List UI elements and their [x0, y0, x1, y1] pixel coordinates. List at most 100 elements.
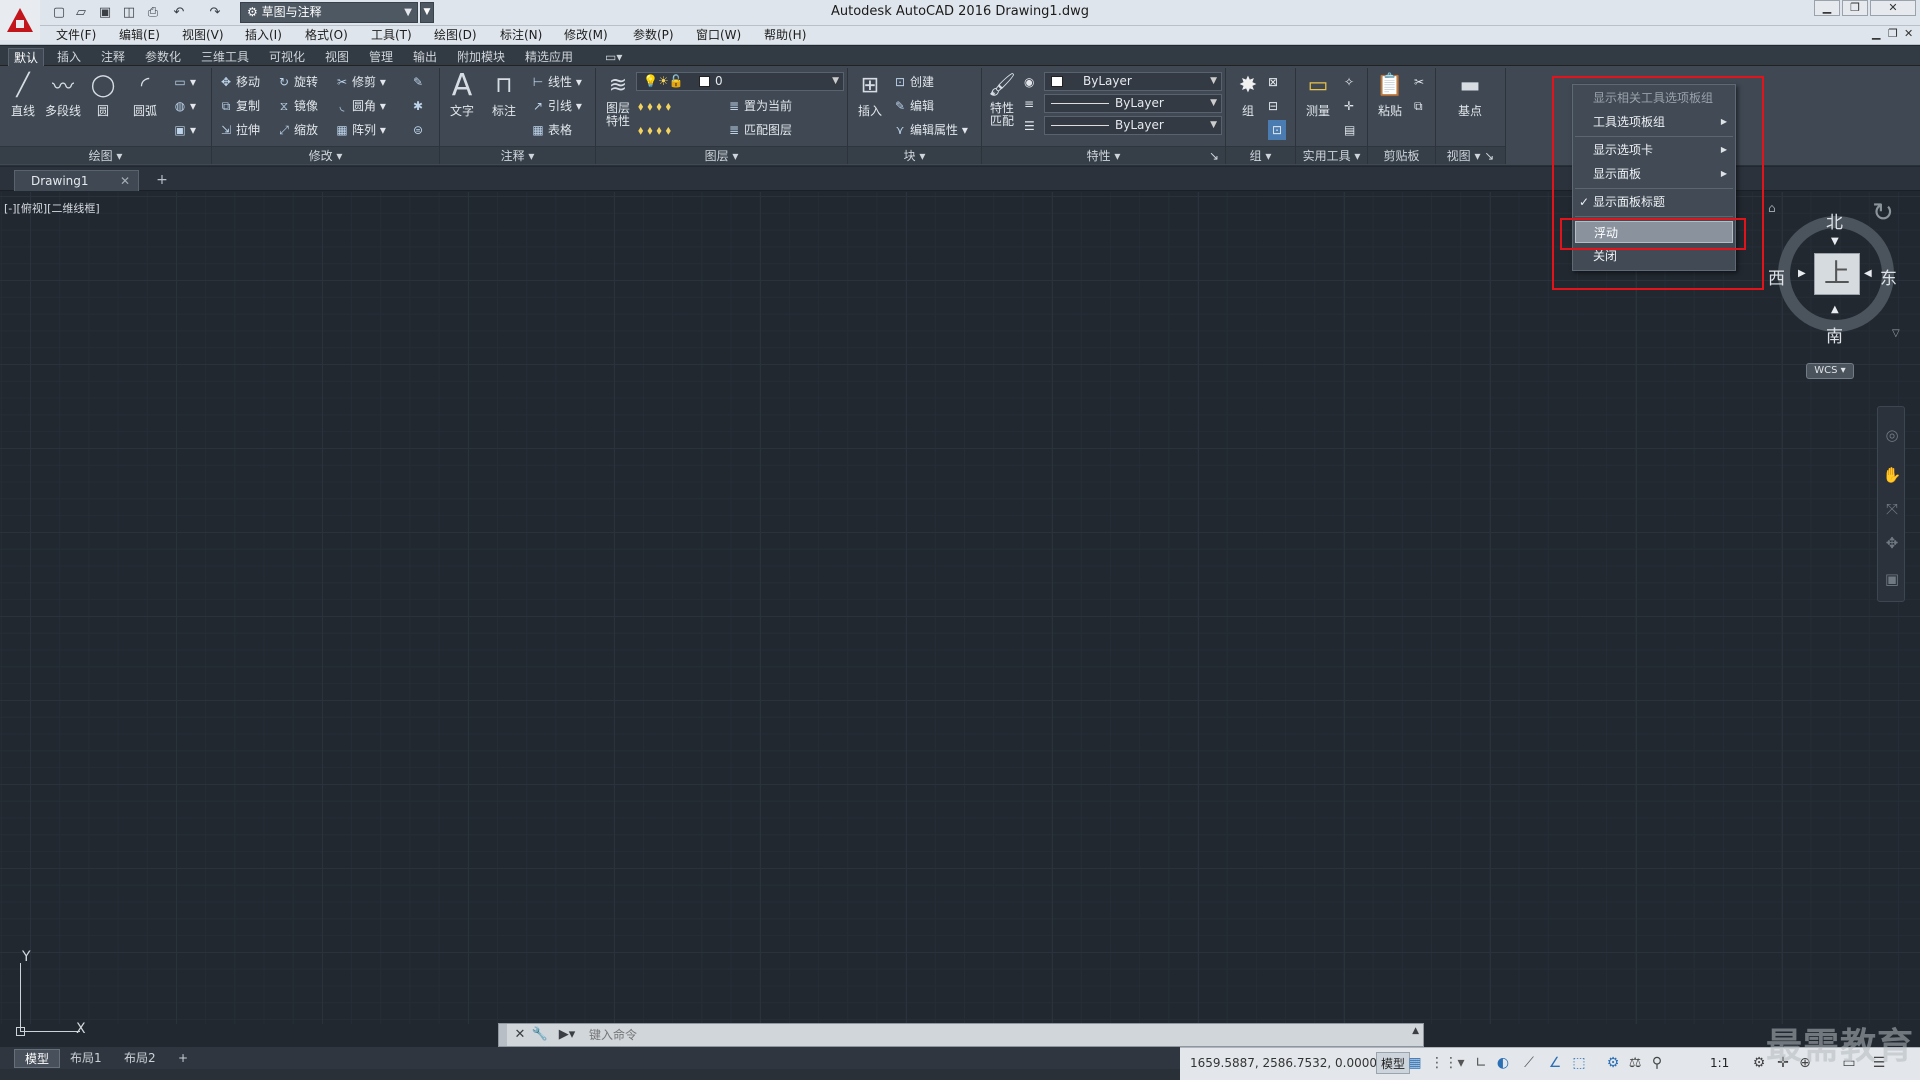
ortho-icon[interactable]: ∟: [1472, 1054, 1490, 1072]
layer-select[interactable]: 💡☀🔓 0 ▼: [636, 72, 844, 91]
orbit-icon[interactable]: ✥: [1882, 533, 1902, 553]
restore-button[interactable]: ❐: [1842, 0, 1868, 16]
menu-view[interactable]: 视图(V): [180, 27, 226, 44]
fillet-tool[interactable]: ◟ 圆角 ▾: [334, 96, 386, 116]
wrench-icon[interactable]: 🔧: [531, 1026, 549, 1044]
color-select[interactable]: ByLayer ▼: [1044, 72, 1222, 91]
lineweight-select[interactable]: ByLayer ▼: [1044, 116, 1222, 135]
annotation-scale[interactable]: 1:1: [1710, 1056, 1729, 1070]
rotate-view-icon[interactable]: ↻: [1872, 198, 1894, 228]
compass-north[interactable]: 北: [1826, 208, 1843, 233]
save-icon[interactable]: ▣: [96, 4, 114, 21]
stretch-tool[interactable]: ⇲ 拉伸: [218, 120, 260, 140]
arrow-down-icon[interactable]: ▼: [1831, 236, 1839, 247]
paste-tool[interactable]: 📋 粘贴: [1370, 70, 1410, 119]
create-block-tool[interactable]: ⊡ 创建: [892, 72, 934, 92]
object-snap-tracking-icon[interactable]: ∠: [1546, 1054, 1564, 1072]
add-layout-button[interactable]: +: [168, 1049, 198, 1068]
panel-launcher-icon[interactable]: ↘: [1209, 147, 1219, 165]
application-menu-button[interactable]: [0, 0, 40, 40]
modify-panel-title[interactable]: 修改 ▾: [212, 146, 439, 164]
insert-block-tool[interactable]: ⊞ 插入: [850, 70, 890, 119]
edit-block-tool[interactable]: ✎ 编辑: [892, 96, 934, 116]
ribbon-minimize-toggle[interactable]: ▭▾: [600, 48, 627, 66]
layer-tools-row2[interactable]: ⬧ ⬧ ⬧ ⬧: [638, 120, 671, 140]
polyline-tool[interactable]: 〰多段线: [43, 70, 83, 119]
menu-item-tool-palette-groups[interactable]: 工具选项板组 ▶: [1575, 111, 1733, 133]
snap-icon[interactable]: ⋮⋮: [1430, 1054, 1458, 1072]
tab-output[interactable]: 输出: [408, 48, 442, 66]
new-file-icon[interactable]: ▢: [50, 4, 68, 21]
draw-panel-title[interactable]: 绘图 ▾: [0, 146, 211, 164]
copy-tool[interactable]: ⧉ 复制: [218, 96, 260, 116]
layer-tools-row1[interactable]: ⬧ ⬧ ⬧ ⬧: [638, 96, 671, 116]
rectangle-tool[interactable]: ▭ ▾: [172, 72, 196, 92]
object-snap-icon[interactable]: ⬚: [1570, 1054, 1588, 1072]
move-tool[interactable]: ✥ 移动: [218, 72, 260, 92]
viewcube[interactable]: ⌂ ↻ 北 南 东 西 ▼ ▲ ▶ ◀ 上 ▽: [1768, 196, 1908, 366]
group-select-icon[interactable]: ⊡: [1268, 120, 1286, 140]
tab-3d-tools[interactable]: 三维工具: [196, 48, 254, 66]
minimize-button[interactable]: ▁: [1814, 0, 1840, 16]
recent-commands-icon[interactable]: ▶▾: [553, 1026, 581, 1044]
menu-parametric[interactable]: 参数(P): [631, 27, 676, 44]
copy-clip-icon[interactable]: ⧉: [1414, 96, 1423, 116]
view-panel-title[interactable]: 视图 ▾ ↘: [1436, 146, 1505, 164]
zoom-extents-icon[interactable]: ⤧: [1882, 499, 1902, 519]
arrow-up-icon[interactable]: ▲: [1831, 304, 1839, 315]
close-button[interactable]: ✕: [1870, 0, 1916, 16]
explode-tool[interactable]: ✱: [410, 96, 428, 116]
infer-constraints-icon[interactable]: ▾: [1452, 1054, 1470, 1072]
measure-tool[interactable]: ▭ 测量: [1298, 70, 1338, 119]
ungroup-icon[interactable]: ⊠: [1268, 72, 1278, 92]
menu-window[interactable]: 窗口(W): [694, 27, 743, 44]
menu-item-show-panels[interactable]: 显示面板 ▶: [1575, 163, 1733, 185]
scale-tool[interactable]: ⤢ 缩放: [276, 120, 318, 140]
block-panel-title[interactable]: 块 ▾: [848, 146, 981, 164]
doc-close-button[interactable]: ✕: [1904, 27, 1913, 40]
menu-edit[interactable]: 编辑(E): [117, 27, 162, 44]
edit-attribute-tool[interactable]: ⋎ 编辑属性 ▾: [892, 120, 968, 140]
trim-tool[interactable]: ✂ 修剪 ▾: [334, 72, 386, 92]
arrow-right-icon[interactable]: ▶: [1798, 268, 1806, 279]
menu-draw[interactable]: 绘图(D): [432, 27, 479, 44]
annotation-scale-icon[interactable]: ⚲: [1648, 1054, 1666, 1072]
file-tab-drawing1[interactable]: Drawing1 ✕: [14, 170, 139, 191]
open-file-icon[interactable]: ▱: [72, 4, 90, 21]
grid-icon[interactable]: ▦: [1406, 1054, 1424, 1072]
erase-tool[interactable]: ✎: [410, 72, 428, 92]
quick-access-customize-button[interactable]: ▼: [420, 2, 434, 23]
workspace-select[interactable]: ⚙ 草图与注释 ▼: [240, 2, 418, 23]
model-space-toggle[interactable]: 模型: [1376, 1052, 1411, 1074]
polar-tracking-icon[interactable]: ◐: [1494, 1054, 1512, 1072]
tab-layout1[interactable]: 布局1: [60, 1049, 112, 1068]
tab-featured-apps[interactable]: 精选应用: [520, 48, 578, 66]
menu-help[interactable]: 帮助(H): [762, 27, 808, 44]
clipboard-panel-title[interactable]: 剪贴板: [1368, 146, 1435, 164]
line-tool[interactable]: ╱ 直线: [3, 70, 43, 119]
layer-properties-tool[interactable]: ≋ 图层 特性: [598, 70, 638, 128]
menu-format[interactable]: 格式(O): [303, 27, 350, 44]
showmotion-icon[interactable]: ▣: [1882, 569, 1902, 589]
layers-panel-title[interactable]: 图层 ▾: [596, 146, 847, 164]
command-line-grip[interactable]: [499, 1024, 507, 1046]
tab-model[interactable]: 模型: [14, 1049, 61, 1068]
auto-scale-icon[interactable]: ⚖: [1626, 1054, 1644, 1072]
tab-default[interactable]: 默认: [8, 48, 45, 66]
plot-icon[interactable]: ⎙: [144, 4, 162, 21]
isodraft-icon[interactable]: ⟋: [1520, 1054, 1538, 1072]
viewcube-menu-icon[interactable]: ▽: [1892, 328, 1900, 339]
menu-item-close[interactable]: 关闭: [1575, 245, 1733, 267]
viewcube-top-face[interactable]: 上: [1814, 253, 1860, 295]
dimension-tool[interactable]: ⊓ 标注: [484, 70, 524, 119]
menu-item-show-panel-titles[interactable]: ✓ 显示面板标题: [1575, 191, 1733, 213]
steering-wheel-icon[interactable]: ◎: [1882, 425, 1902, 445]
table-tool[interactable]: ▦ 表格: [530, 120, 572, 140]
hatch-tool[interactable]: ◍ ▾: [172, 96, 196, 116]
chevron-up-icon[interactable]: ▲: [1412, 1026, 1419, 1036]
point-icon[interactable]: ✛: [1344, 96, 1354, 116]
drawing-canvas[interactable]: [0, 192, 1920, 1024]
match-layer-tool[interactable]: ≣ 匹配图层: [726, 120, 792, 140]
linear-dim-tool[interactable]: ⊢ 线性 ▾: [530, 72, 582, 92]
region-tool[interactable]: ▣ ▾: [172, 120, 196, 140]
